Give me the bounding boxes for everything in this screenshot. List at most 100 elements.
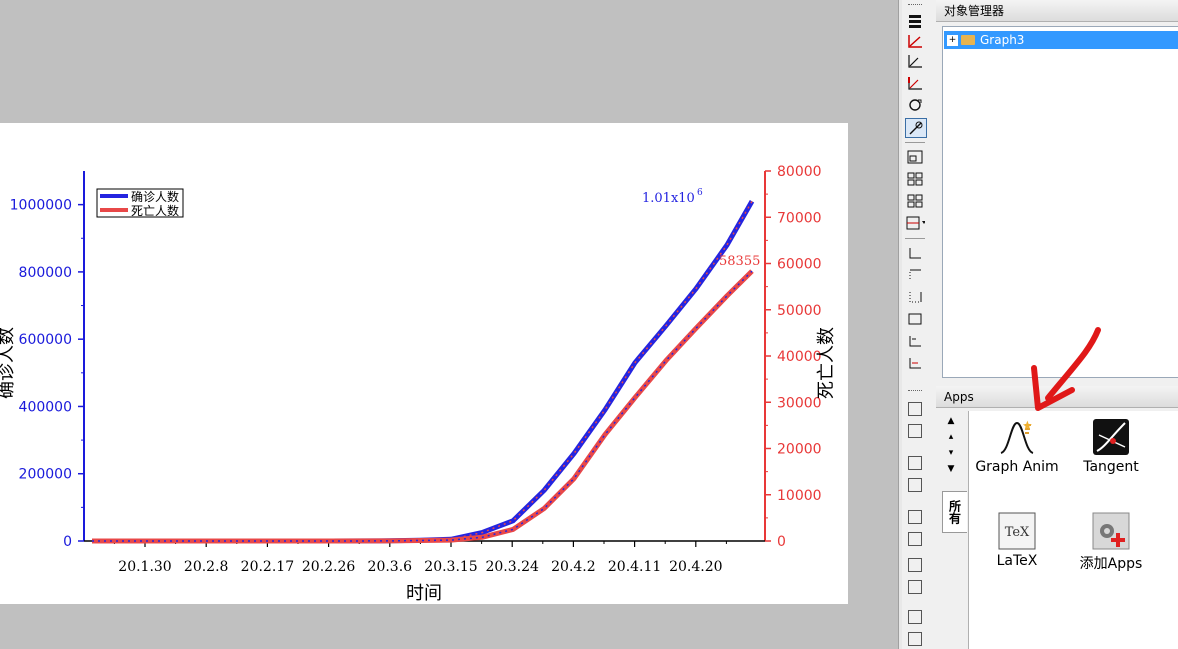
- border-bottom-icon-glyph: [909, 248, 921, 259]
- align-right-icon[interactable]: [908, 532, 922, 546]
- add-apps-icon: [1092, 512, 1130, 550]
- border-corner-icon[interactable]: [905, 332, 925, 350]
- layer-icon[interactable]: [905, 148, 925, 166]
- grid2-icon[interactable]: [905, 192, 925, 210]
- axis-red-icon[interactable]: [905, 74, 925, 92]
- toolbar-grip[interactable]: [908, 4, 922, 7]
- tab-all[interactable]: 所有: [942, 491, 967, 533]
- toolbar-separator: [905, 142, 925, 143]
- right-axis-title: 死亡人数: [816, 327, 837, 399]
- left-tick-label: 200000: [19, 467, 72, 483]
- side-toolbar-grip[interactable]: [908, 390, 922, 393]
- right-tick-label: 10000: [777, 488, 822, 504]
- right-tick-label: 70000: [777, 210, 822, 226]
- merge-icon-glyph: [906, 216, 925, 230]
- tangent-icon: [1093, 419, 1129, 455]
- right-tick-label: 30000: [777, 395, 822, 411]
- border-bottom-icon[interactable]: [905, 244, 925, 262]
- grid2-icon-glyph: [907, 194, 923, 208]
- deaths-series-dots: [92, 270, 753, 542]
- apps-side-toolbar: [902, 380, 928, 649]
- border-top-icon[interactable]: [905, 266, 925, 284]
- merge-icon[interactable]: [905, 214, 925, 232]
- front-icon[interactable]: [908, 610, 922, 624]
- border-red-icon-glyph: [909, 358, 921, 369]
- left-tick-label: 800000: [19, 265, 72, 281]
- max-confirmed-exponent: 6: [697, 188, 703, 198]
- align-center-icon[interactable]: [908, 510, 922, 524]
- zoom-icon-glyph: [909, 121, 923, 135]
- x-tick-label: 20.2.26: [302, 559, 356, 575]
- right-tick-label: 0: [777, 534, 786, 550]
- x-tick-label: 20.3.15: [424, 559, 477, 575]
- align-left-icon[interactable]: [908, 478, 922, 492]
- left-tick-label: 400000: [19, 399, 72, 415]
- zoom-icon[interactable]: [905, 118, 927, 138]
- grid-icon[interactable]: [905, 170, 925, 188]
- x-axis-title: 时间: [406, 583, 442, 604]
- tree-item-graph3[interactable]: + Graph3: [944, 31, 1178, 49]
- border-red-icon[interactable]: [905, 354, 925, 372]
- border-corner-icon-glyph: [909, 336, 921, 347]
- chart[interactable]: 0 200000 400000 600000 800000 1000000 0 10000 20…: [0, 123, 848, 604]
- right-tick-label: 50000: [777, 303, 822, 319]
- app-graph-anim[interactable]: Graph Anim: [972, 413, 1062, 485]
- left-tick-label: 600000: [19, 332, 72, 348]
- app-tangent[interactable]: Tangent: [1066, 413, 1156, 485]
- layer-icon-glyph: [907, 150, 923, 164]
- rotate-icon-glyph: [909, 99, 922, 111]
- x-tick-label: 20.4.2: [551, 559, 596, 575]
- border-left-icon-glyph: [909, 292, 922, 303]
- graph-anim-icon: [1000, 420, 1034, 454]
- axis-icon[interactable]: [905, 52, 925, 70]
- confirmed-series-line: [92, 200, 755, 544]
- object-manager-title: 对象管理器: [936, 0, 1178, 22]
- app-label: Graph Anim: [975, 459, 1059, 475]
- scroll-bottom-icon[interactable]: ▼: [944, 463, 958, 475]
- x-tick-label: 20.2.8: [184, 559, 229, 575]
- tree-item-label: Graph3: [980, 33, 1025, 47]
- right-tick-label: 60000: [777, 257, 822, 273]
- border-box-icon[interactable]: [905, 310, 925, 328]
- max-confirmed-label: 1.01x10: [642, 191, 695, 206]
- border-top-icon-glyph: [909, 269, 921, 280]
- back-icon[interactable]: [908, 632, 922, 646]
- latex-icon: TeX: [998, 512, 1036, 550]
- app-label: 添加Apps: [1079, 556, 1143, 572]
- legend-label-deaths: 死亡人数: [131, 203, 179, 218]
- deaths-series-line: [92, 269, 754, 544]
- stack-icon[interactable]: [905, 12, 925, 30]
- align-middle-icon[interactable]: [908, 424, 922, 438]
- apps-panel: ▲ ▴ ▾ ▼ 所有 Graph Anim Tangent TeX LaTeX …: [936, 411, 1178, 649]
- scroll-up-icon[interactable]: ▴: [944, 431, 958, 443]
- x-tick-label: 20.3.24: [485, 559, 539, 575]
- app-label: Tangent: [1083, 459, 1139, 475]
- left-tick-label: 1000000: [10, 198, 72, 214]
- left-axis-title: 确诊人数: [0, 327, 17, 399]
- grid-icon-glyph: [907, 172, 923, 186]
- align-top-icon[interactable]: [908, 402, 922, 416]
- app-add-apps[interactable]: 添加Apps: [1066, 507, 1156, 579]
- apps-panel-side: ▲ ▴ ▾ ▼ 所有: [936, 411, 969, 649]
- distribute-2-icon[interactable]: [908, 580, 922, 594]
- right-tick-label: 80000: [777, 164, 822, 180]
- border-left-icon[interactable]: [905, 288, 925, 306]
- align-bottom-icon[interactable]: [908, 456, 922, 470]
- distribute-icon[interactable]: [908, 558, 922, 572]
- toolbar-separator-2: [905, 238, 925, 239]
- x-tick-label: 20.4.20: [669, 559, 722, 575]
- app-latex[interactable]: TeX LaTeX: [972, 507, 1062, 579]
- left-tick-label: 0: [63, 534, 72, 550]
- folder-icon: [961, 35, 975, 45]
- rotate-icon[interactable]: [905, 96, 925, 114]
- graph-page[interactable]: 0 200000 400000 600000 800000 1000000 0 10000 20…: [0, 123, 848, 604]
- rescale-icon-glyph: [908, 35, 922, 48]
- x-tick-label: 20.3.6: [368, 559, 413, 575]
- scroll-down-icon[interactable]: ▾: [944, 447, 958, 459]
- x-tick-label: 20.4.11: [608, 559, 661, 575]
- x-tick-label: 20.1.30: [118, 559, 171, 575]
- app-label: LaTeX: [996, 553, 1038, 569]
- rescale-icon[interactable]: [905, 32, 925, 50]
- scroll-top-icon[interactable]: ▲: [944, 415, 958, 427]
- tree-expand-icon[interactable]: +: [947, 35, 958, 46]
